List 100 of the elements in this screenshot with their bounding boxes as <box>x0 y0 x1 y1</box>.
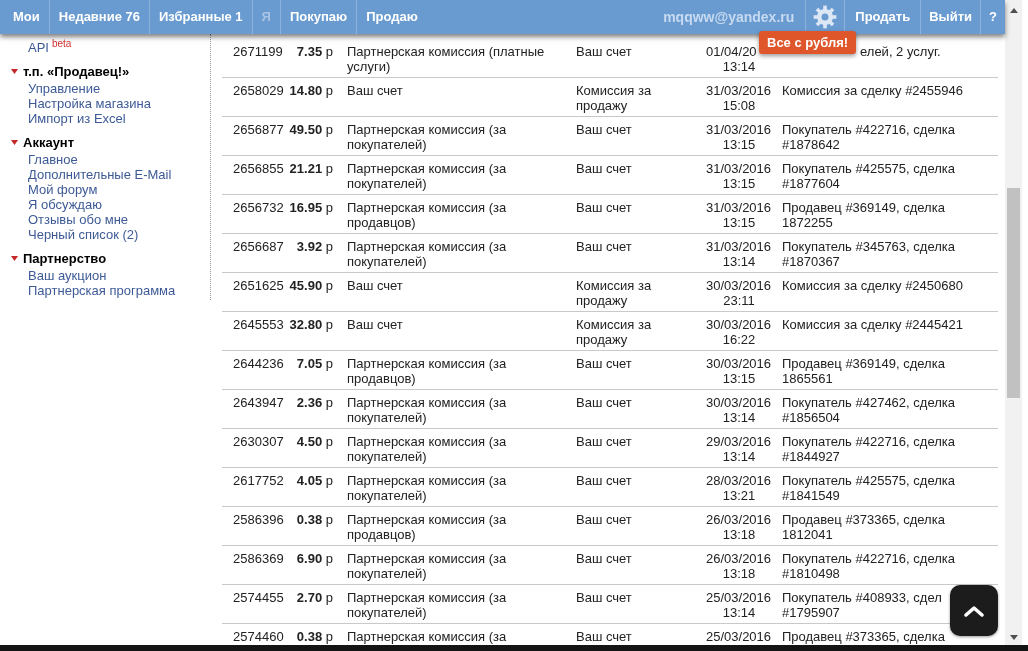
comment: Продавец #373365, сделка <box>782 629 945 644</box>
time: 13:14 <box>722 410 756 425</box>
time: 13:14 <box>722 605 756 620</box>
back-to-top-button[interactable] <box>950 585 998 636</box>
time: 13:15 <box>722 137 756 152</box>
sidebar-link[interactable]: Отзывы обо мне <box>28 212 129 227</box>
sidebar-link[interactable]: Управление <box>28 81 101 96</box>
amount: 49.50 р <box>289 122 333 137</box>
sidebar-link[interactable]: Партнерская программа <box>28 283 176 298</box>
expand-triangle-icon[interactable] <box>11 140 18 145</box>
date: 31/03/2016 <box>706 122 772 137</box>
transaction-id: 2656877 <box>233 122 284 137</box>
description: Ваш счет <box>347 317 403 332</box>
description: Партнерская комиссия (за покупателей) <box>347 590 507 620</box>
amount: 16.95 р <box>289 200 333 215</box>
settings-icon <box>813 5 838 29</box>
date: 28/03/2016 <box>706 473 772 488</box>
time: 13:14 <box>722 449 756 464</box>
transaction-id: 2586396 <box>233 512 284 527</box>
sidebar-link[interactable]: Черный список (2) <box>28 227 139 242</box>
date: 31/03/2016 <box>706 200 772 215</box>
sidebar-link[interactable]: API <box>28 40 49 55</box>
comment: Продавец #369149, сделка 1865561 <box>782 356 945 386</box>
description: Ваш счет <box>347 83 403 98</box>
scrollbar-thumb[interactable] <box>1007 188 1020 398</box>
date: 26/03/2016 <box>706 512 772 527</box>
transaction-id: 2656855 <box>233 161 284 176</box>
sidebar-link[interactable]: Я обсуждаю <box>28 197 102 212</box>
description: Партнерская комиссия (за покупателей) <box>347 239 507 269</box>
date: 30/03/2016 <box>706 395 772 410</box>
amount: 6.90 р <box>296 551 333 566</box>
time: 23:11 <box>723 293 755 308</box>
date: 01/04/20 <box>706 44 757 59</box>
sidebar-link[interactable]: Настройка магазина <box>28 96 151 111</box>
time: 13:15 <box>722 215 756 230</box>
comment: Покупатель #422716, сделка #1810498 <box>782 551 955 581</box>
comment: Покупатель #425575, сделка #1877604 <box>782 161 955 191</box>
description: Партнерская комиссия (за покупателей) <box>347 122 507 152</box>
account-type: Ваш счет <box>576 473 632 488</box>
comment: Продавец #373365, сделка 1812041 <box>782 512 945 542</box>
amount: 45.90 р <box>289 278 333 293</box>
comment: Покупатель #422716, сделка #1844927 <box>782 434 955 464</box>
comment: Комиссия за сделку #2455946 <box>782 83 963 98</box>
transaction-id: 2586369 <box>233 551 284 566</box>
expand-triangle-icon[interactable] <box>11 256 18 261</box>
chevron-up-icon <box>964 604 984 617</box>
description: Партнерская комиссия (за покупателей) <box>347 551 507 581</box>
time: 13:21 <box>722 488 756 503</box>
time: 13:14 <box>722 254 756 269</box>
comment: Покупатель #422716, сделка #1878642 <box>782 122 955 152</box>
sidebar-link[interactable]: Ваш аукцион <box>28 268 107 283</box>
comment: елей, 2 услуг. <box>860 44 941 59</box>
description: Партнерская комиссия (за <box>347 629 507 644</box>
description: Ваш счет <box>347 278 403 293</box>
sidebar-link[interactable]: Главное <box>28 152 78 167</box>
promo-badge[interactable]: Все с рубля! <box>759 31 857 54</box>
sidebar-link[interactable]: Мой форум <box>28 182 98 197</box>
scrollbar[interactable] <box>1005 0 1022 645</box>
scroll-up-icon[interactable] <box>1009 8 1018 13</box>
amount: 14.80 р <box>289 83 333 98</box>
date: 25/03/2016 <box>706 629 772 644</box>
comment: Покупатель #427462, сделка #1856504 <box>782 395 955 425</box>
account-type: Ваш счет <box>576 122 632 137</box>
amount: 0.38 р <box>296 512 333 527</box>
time: 16:22 <box>722 332 756 347</box>
time: 13:15 <box>722 371 756 386</box>
sidebar-section-title: Партнерство <box>23 251 107 266</box>
date: 26/03/2016 <box>706 551 772 566</box>
comment: Покупатель #345763, сделка #1870367 <box>782 239 955 269</box>
amount: 21.21 р <box>289 161 333 176</box>
description: Партнерская комиссия (за покупателей) <box>347 395 507 425</box>
account-type: Ваш счет <box>576 161 632 176</box>
description: Партнерская комиссия (за продавцов) <box>347 512 507 542</box>
description: Партнерская комиссия (за продавцов) <box>347 356 507 386</box>
account-type: Ваш счет <box>576 551 632 566</box>
transaction-id: 2656687 <box>233 239 284 254</box>
transaction-id: 2656732 <box>233 200 284 215</box>
account-type: Ваш счет <box>576 356 632 371</box>
account-type: Комиссия за продажу <box>576 83 652 113</box>
sidebar-link[interactable]: Импорт из Excel <box>28 111 126 126</box>
transaction-id: 2630307 <box>233 434 284 449</box>
amount: 2.70 р <box>296 590 333 605</box>
account-type: Ваш счет <box>576 200 632 215</box>
comment: Комиссия за сделку #2450680 <box>782 278 963 293</box>
date: 31/03/2016 <box>706 161 772 176</box>
account-type: Ваш счет <box>576 434 632 449</box>
amount: 32.80 р <box>289 317 333 332</box>
time: 15:08 <box>722 98 756 113</box>
expand-triangle-icon[interactable] <box>11 69 18 74</box>
scroll-down-icon[interactable] <box>1009 635 1018 640</box>
date: 29/03/2016 <box>706 434 772 449</box>
transaction-id: 2658029 <box>233 83 284 98</box>
amount: 3.92 р <box>296 239 333 254</box>
comment: Покупатель #408933, сдел #1795907 <box>782 590 942 620</box>
account-type: Ваш счет <box>576 44 632 59</box>
sidebar-link[interactable]: Дополнительные E-Mail <box>28 167 172 182</box>
date: 25/03/2016 <box>706 590 772 605</box>
account-type: Комиссия за продажу <box>576 278 652 308</box>
transaction-id: 2574455 <box>233 590 284 605</box>
transaction-id: 2645553 <box>233 317 284 332</box>
